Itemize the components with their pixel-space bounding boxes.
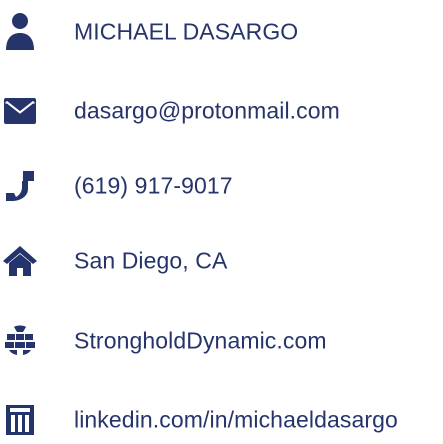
user-icon [0, 7, 40, 57]
phone-icon [0, 161, 40, 211]
location-text: San Diego, CA [74, 247, 228, 274]
phone-text[interactable]: (619) 917-9017 [74, 174, 233, 198]
linkedin-icon [0, 395, 40, 444]
contact-row-location: San Diego, CA [0, 236, 443, 286]
globe-icon [0, 316, 40, 366]
contact-row-phone: (619) 917-9017 [0, 161, 443, 211]
contact-row-email: dasargo@protonmail.com [0, 86, 443, 136]
contact-row-website: StrongholdDynamic.com [0, 316, 443, 366]
envelope-icon [0, 86, 40, 136]
email-link[interactable]: dasargo@protonmail.com [74, 99, 340, 123]
contact-row-name: MICHAEL DASARGO [0, 7, 443, 57]
linkedin-link[interactable]: linkedin.com/in/michaeldasargo [74, 408, 398, 432]
contact-card: MICHAEL DASARGO dasargo@protonmail.com (… [0, 0, 443, 444]
name-text: MICHAEL DASARGO [74, 18, 299, 45]
home-icon [0, 236, 40, 286]
website-link[interactable]: StrongholdDynamic.com [74, 329, 327, 353]
contact-row-linkedin: linkedin.com/in/michaeldasargo [0, 395, 443, 444]
